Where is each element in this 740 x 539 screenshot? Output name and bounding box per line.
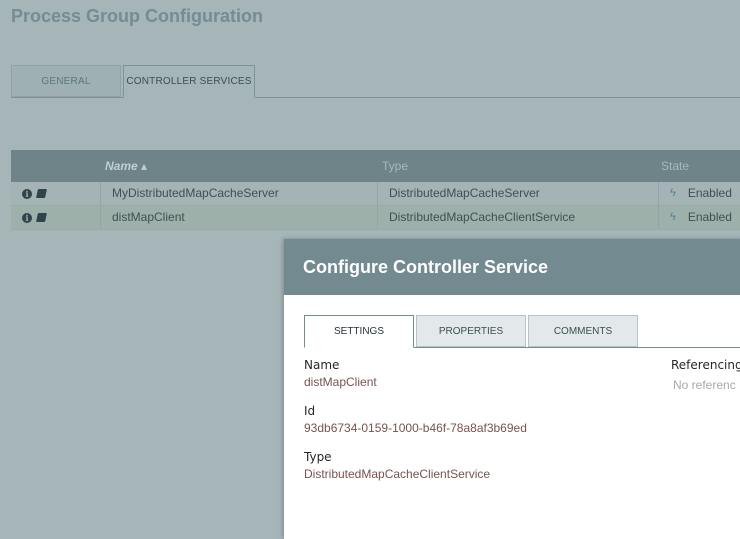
row-icons: i [22,182,47,205]
lightning-bolt-icon: ϟ [670,211,676,223]
state-label: Enabled [687,186,732,200]
column-header-name[interactable]: Name ▴ [105,159,147,173]
table-header: Name ▴ Type State [11,150,740,182]
id-value: 93db6734-0159-1000-b46f-78a8af3b69ed [304,421,527,435]
row-state: ϟ Enabled [670,182,732,205]
dialog-title: Configure Controller Service [303,257,549,277]
row-state: ϟ Enabled [670,206,732,229]
page-tabs: GENERAL CONTROLLER SERVICES [11,65,740,98]
info-icon[interactable]: i [22,188,32,199]
dialog-header: Configure Controller Service [284,239,740,295]
type-value: DistributedMapCacheClientService [304,467,491,481]
tab-comments[interactable]: COMMENTS [528,315,638,347]
tab-settings[interactable]: SETTINGS [304,315,414,348]
type-label: Type [304,450,332,464]
tab-underline [11,97,740,98]
column-divider [100,182,101,205]
column-divider [100,206,101,229]
column-divider [377,206,378,229]
row-icons: i [22,206,47,229]
column-divider [377,182,378,205]
table-row[interactable]: i distMapClient DistributedMapCacheClien… [11,206,740,230]
state-label: Enabled [687,210,732,224]
column-header-state[interactable]: State [661,159,689,173]
tab-controller-services[interactable]: CONTROLLER SERVICES [123,65,255,98]
column-header-type[interactable]: Type [382,159,408,173]
name-label: Name [304,358,340,372]
configure-controller-service-dialog: Configure Controller Service SETTINGS PR… [284,239,740,539]
documentation-icon[interactable] [36,213,47,222]
lightning-bolt-icon: ϟ [670,187,676,199]
tab-properties[interactable]: PROPERTIES [416,315,526,347]
row-name: distMapClient [112,210,185,224]
column-divider [658,206,659,229]
documentation-icon[interactable] [36,189,47,198]
page-title: Process Group Configuration [11,6,264,26]
referencing-components-value: No referenc [673,378,736,392]
dialog-tabs: SETTINGS PROPERTIES COMMENTS [304,315,740,348]
controller-services-table: Name ▴ Type State i MyDistributedMapCach… [11,150,740,230]
tab-general[interactable]: GENERAL [11,65,121,97]
referencing-components-label: Referencing [671,358,740,372]
row-type: DistributedMapCacheClientService [389,210,576,224]
info-icon[interactable]: i [22,212,32,223]
id-label: Id [304,404,316,418]
column-divider [658,182,659,205]
row-type: DistributedMapCacheServer [389,186,540,200]
name-value: distMapClient [304,375,377,389]
row-name: MyDistributedMapCacheServer [112,186,279,200]
table-row[interactable]: i MyDistributedMapCacheServer Distribute… [11,182,740,206]
